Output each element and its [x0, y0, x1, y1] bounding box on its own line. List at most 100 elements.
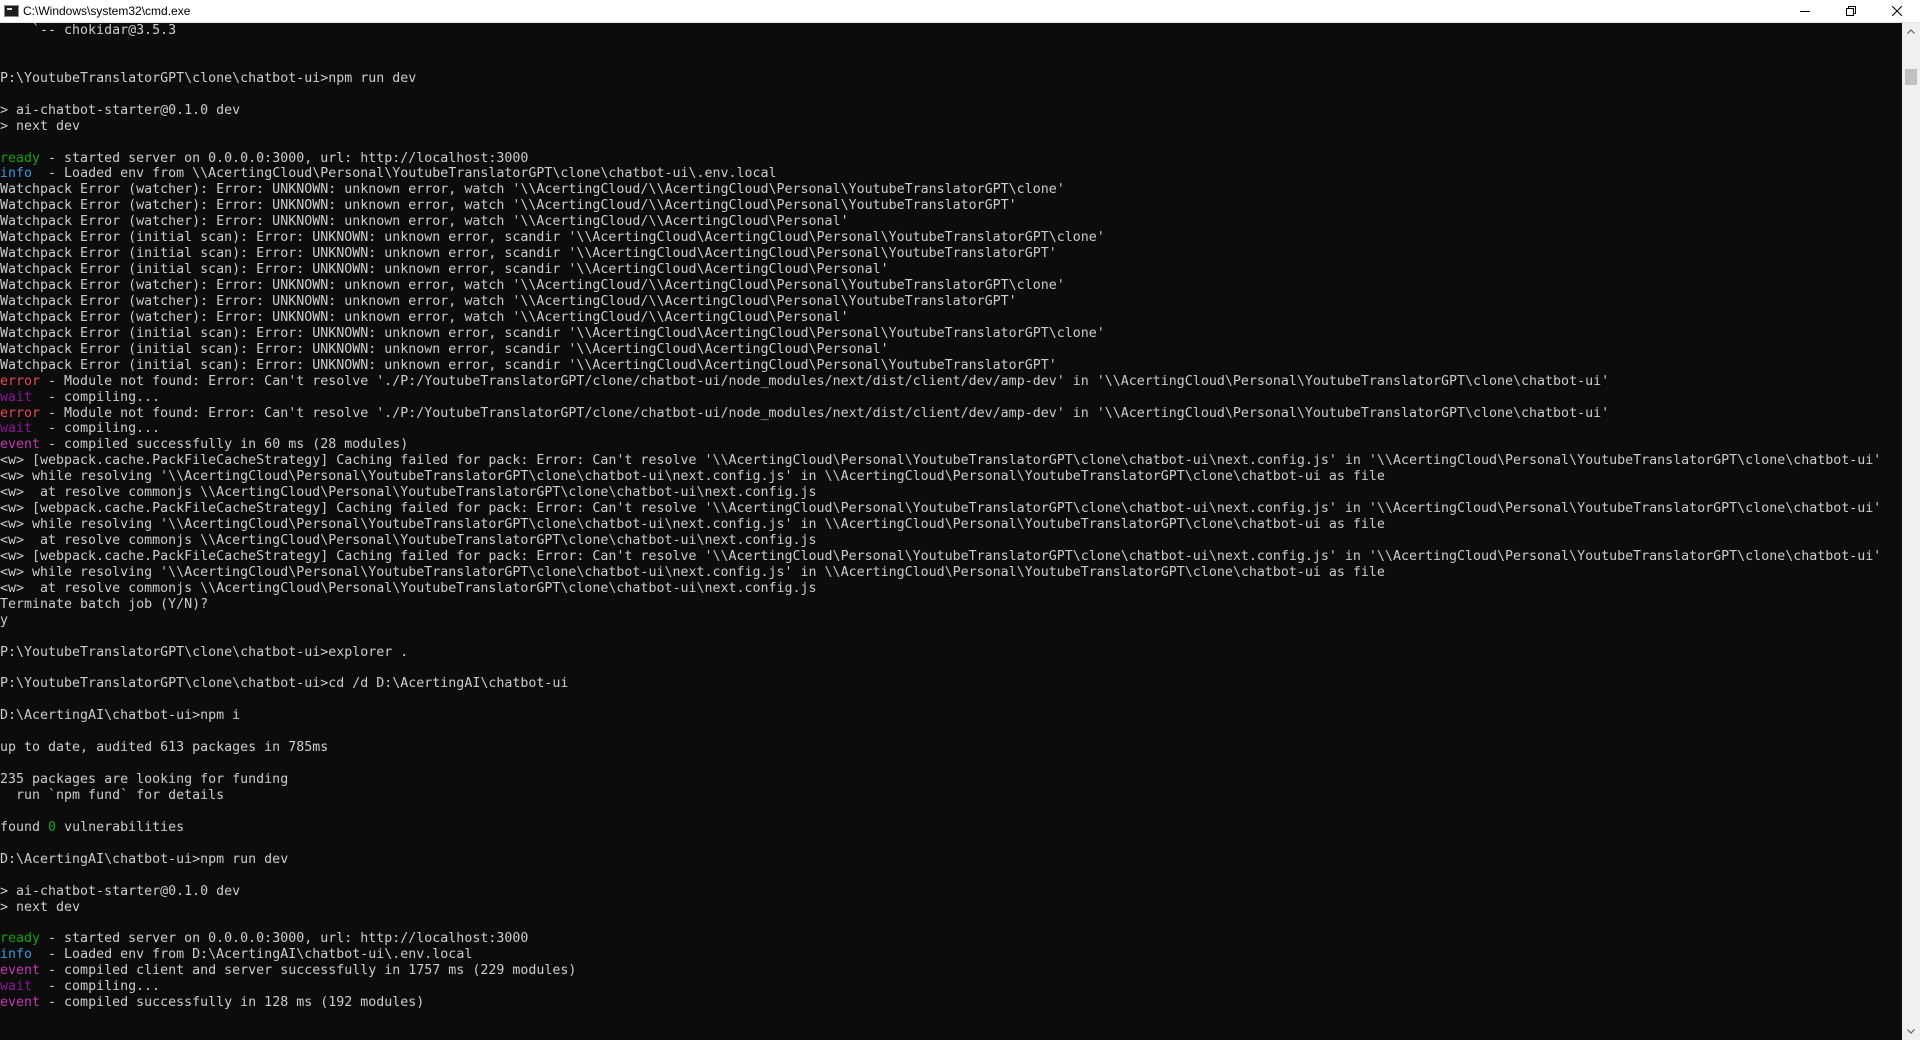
cmd-icon[interactable]	[4, 5, 19, 17]
console-line: event - compiled successfully in 60 ms (…	[0, 437, 1881, 453]
console-text: - Loaded env from D:\AcertingAI\chatbot-…	[32, 947, 473, 963]
console-line: `-- chokidar@3.5.3	[0, 23, 1881, 39]
console-text: `-- chokidar@3.5.3	[0, 23, 177, 38]
log-level-error: error	[0, 373, 41, 389]
console-line: Watchpack Error (initial scan): Error: U…	[0, 342, 1881, 358]
cmd-window: C:\Windows\system32\cmd.exe `-- chokidar…	[0, 0, 1920, 1040]
console-line: Terminate batch job (Y/N)?	[0, 597, 1881, 613]
vertical-scrollbar[interactable]	[1902, 23, 1920, 1040]
console-line: run `npm fund` for details	[0, 788, 1881, 804]
log-level-error: error	[0, 405, 41, 421]
console-line: up to date, audited 613 packages in 785m…	[0, 740, 1881, 756]
console-text: - Loaded env from \\AcertingCloud\Person…	[32, 166, 777, 182]
console-line: event - compiled client and server succe…	[0, 963, 1881, 979]
console-text: Watchpack Error (watcher): Error: UNKNOW…	[0, 309, 849, 325]
console-line: Watchpack Error (watcher): Error: UNKNOW…	[0, 214, 1881, 230]
console-line: <w> while resolving '\\AcertingCloud\Per…	[0, 565, 1881, 581]
console-line: info - Loaded env from D:\AcertingAI\cha…	[0, 947, 1881, 963]
console-text: Watchpack Error (initial scan): Error: U…	[0, 246, 1057, 262]
console-line: ready - started server on 0.0.0.0:3000, …	[0, 931, 1881, 947]
console-line: wait - compiling...	[0, 390, 1881, 406]
log-level-green: 0	[48, 819, 57, 835]
console-text: <w> while resolving '\\AcertingCloud\Per…	[0, 517, 1385, 533]
console-text: > next dev	[0, 899, 81, 915]
console-text: Watchpack Error (initial scan): Error: U…	[0, 357, 1057, 373]
scroll-up-button[interactable]	[1902, 23, 1920, 40]
title-bar[interactable]: C:\Windows\system32\cmd.exe	[0, 0, 1920, 23]
console-text: Watchpack Error (watcher): Error: UNKNOW…	[0, 198, 1017, 214]
console-text: Watchpack Error (watcher): Error: UNKNOW…	[0, 278, 1065, 293]
console-line: Watchpack Error (watcher): Error: UNKNOW…	[0, 310, 1881, 326]
console-line: <w> at resolve commonjs \\AcertingCloud\…	[0, 485, 1881, 501]
console-text: - Module not found: Error: Can't resolve…	[40, 405, 1610, 421]
console-text: - compiled successfully in 128 ms (192 m…	[40, 995, 425, 1011]
console-line: error - Module not found: Error: Can't r…	[0, 406, 1881, 422]
scroll-thumb[interactable]	[1905, 69, 1917, 85]
console-line: <w> while resolving '\\AcertingCloud\Per…	[0, 517, 1881, 533]
console-text: Watchpack Error (initial scan): Error: U…	[0, 230, 1105, 246]
console-text: > ai-chatbot-starter@0.1.0 dev	[0, 883, 241, 899]
console-line: wait - compiling...	[0, 979, 1881, 995]
console-text: P:\YoutubeTranslatorGPT\clone\chatbot-ui…	[0, 70, 417, 86]
console-text: <w> at resolve commonjs \\AcertingCloud\…	[0, 533, 817, 548]
minimize-icon	[1800, 11, 1810, 12]
log-level-info: info	[0, 947, 33, 963]
console-line: <w> [webpack.cache.PackFileCacheStrategy…	[0, 549, 1881, 565]
console-text: Watchpack Error (watcher): Error: UNKNOW…	[0, 293, 1017, 309]
console-line: Watchpack Error (initial scan): Error: U…	[0, 246, 1881, 262]
console-text: D:\AcertingAI\chatbot-ui>npm run dev	[0, 851, 289, 867]
console-lines: `-- chokidar@3.5.3 P:\YoutubeTranslatorGP…	[0, 23, 1881, 1011]
console-text: > ai-chatbot-starter@0.1.0 dev	[0, 102, 241, 118]
console-text: y	[0, 612, 9, 628]
console-output[interactable]: `-- chokidar@3.5.3 P:\YoutubeTranslatorGP…	[0, 23, 1902, 1040]
console-text: - compiling...	[32, 979, 161, 995]
console-text: <w> while resolving '\\AcertingCloud\Per…	[0, 564, 1385, 580]
console-line: P:\YoutubeTranslatorGPT\clone\chatbot-ui…	[0, 645, 1881, 661]
log-level-event: event	[0, 437, 41, 453]
minimize-button[interactable]	[1782, 0, 1828, 22]
console-line: Watchpack Error (watcher): Error: UNKNOW…	[0, 198, 1881, 214]
console-line: D:\AcertingAI\chatbot-ui>npm i	[0, 708, 1881, 724]
console-text: <w> [webpack.cache.PackFileCacheStrategy…	[0, 453, 1882, 469]
console-line: 235 packages are looking for funding	[0, 772, 1881, 788]
console-line: <w> while resolving '\\AcertingCloud\Per…	[0, 469, 1881, 485]
console-line: Watchpack Error (initial scan): Error: U…	[0, 326, 1881, 342]
console-text: - compiling...	[32, 389, 161, 405]
console-text: Watchpack Error (watcher): Error: UNKNOW…	[0, 214, 849, 230]
log-level-event: event	[0, 963, 41, 979]
scroll-up-arrow-icon	[1907, 29, 1915, 34]
console-text: run `npm fund` for details	[0, 788, 225, 803]
console-line: P:\YoutubeTranslatorGPT\clone\chatbot-ui…	[0, 676, 1881, 692]
console-line: y	[0, 613, 1881, 629]
scroll-down-button[interactable]	[1902, 1023, 1920, 1040]
close-button[interactable]	[1874, 0, 1920, 22]
console-line: P:\YoutubeTranslatorGPT\clone\chatbot-ui…	[0, 71, 1881, 87]
console-text: Terminate batch job (Y/N)?	[0, 596, 209, 612]
console-line: error - Module not found: Error: Can't r…	[0, 374, 1881, 390]
console-line: > next dev	[0, 900, 1881, 916]
console-line: Watchpack Error (watcher): Error: UNKNOW…	[0, 294, 1881, 310]
restore-button[interactable]	[1828, 0, 1874, 22]
log-level-ready: ready	[0, 931, 41, 947]
console-line: Watchpack Error (watcher): Error: UNKNOW…	[0, 182, 1881, 198]
console-line: <w> at resolve commonjs \\AcertingCloud\…	[0, 581, 1881, 597]
console-line: wait - compiling...	[0, 421, 1881, 437]
log-level-ready: ready	[0, 150, 41, 166]
window-title: C:\Windows\system32\cmd.exe	[23, 4, 191, 18]
console-text: Watchpack Error (initial scan): Error: U…	[0, 325, 1105, 341]
console-text: <w> [webpack.cache.PackFileCacheStrategy…	[0, 501, 1882, 517]
console-line: > next dev	[0, 119, 1881, 135]
console-line: event - compiled successfully in 128 ms …	[0, 995, 1881, 1011]
console-text: - Module not found: Error: Can't resolve…	[40, 373, 1610, 389]
close-icon	[1892, 6, 1902, 16]
